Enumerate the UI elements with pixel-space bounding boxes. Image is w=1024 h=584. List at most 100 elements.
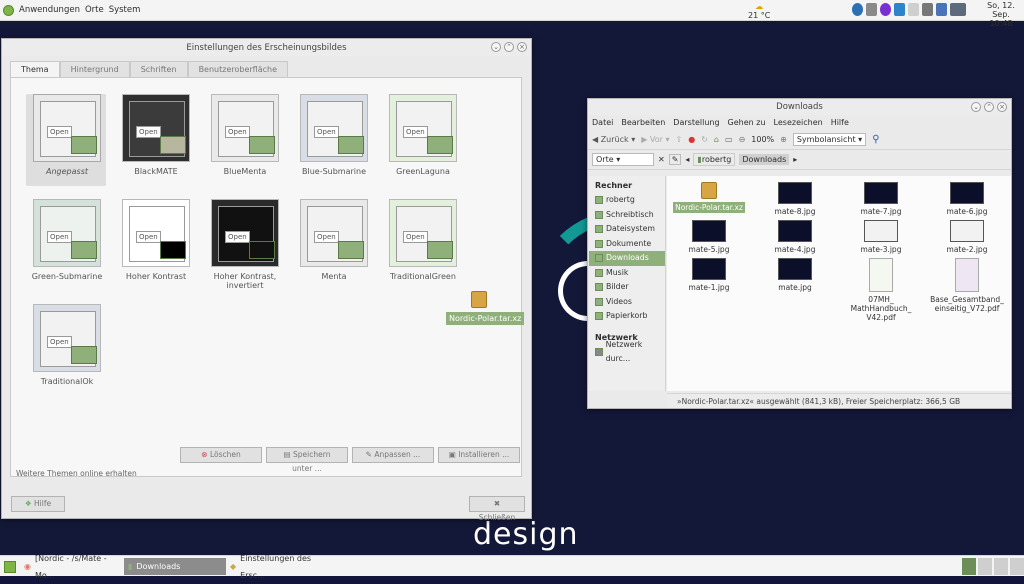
clear-icon[interactable]: ✕ — [658, 155, 665, 164]
help-button[interactable]: ❖ Hilfe — [11, 496, 65, 512]
file-item[interactable]: mate-3.jpg — [843, 220, 919, 254]
file-item[interactable]: mate-7.jpg — [843, 182, 919, 216]
tab-theme[interactable]: Thema — [10, 61, 60, 78]
sidebar-item[interactable]: Dokumente — [589, 237, 665, 252]
menu-applications[interactable]: Anwendungen — [19, 5, 80, 15]
lock-icon[interactable] — [894, 3, 905, 16]
theme-item[interactable]: Open Green-Submarine — [25, 199, 109, 281]
crumb-left-icon[interactable]: ◂ — [685, 155, 689, 164]
zoom-out-icon[interactable]: ⊖ — [739, 135, 746, 144]
menu-system[interactable]: System — [109, 5, 141, 15]
theme-item[interactable]: Open TraditionalOk — [25, 304, 109, 386]
chevron-up-icon[interactable]: ⌃ — [504, 42, 514, 52]
back-button[interactable]: ◀ Zurück ▾ — [592, 135, 635, 144]
sidebar-item[interactable]: Videos — [589, 295, 665, 310]
taskbar-item-terminal[interactable]: ◉ [Nordic - /s/Mate - Mo... — [20, 554, 123, 580]
clock[interactable]: So, 12. Sep. 10:48 — [980, 1, 1022, 28]
crumb-right-icon[interactable]: ▸ — [793, 155, 797, 164]
close-icon[interactable]: × — [517, 42, 527, 52]
taskbar-item-appearance[interactable]: ◆ Einstellungen des Ersc... — [226, 554, 336, 580]
files-close-icon[interactable]: × — [997, 102, 1007, 112]
sidebar-item[interactable]: Dateisystem — [589, 222, 665, 237]
theme-item[interactable]: Open TraditionalGreen — [381, 199, 465, 281]
volume-icon[interactable] — [922, 3, 933, 16]
theme-item[interactable]: Open Angepasst — [25, 94, 109, 176]
home-icon[interactable]: ⌂ — [714, 135, 719, 144]
file-item[interactable]: Base_Gesamtband_ einseitig_V72.pdf — [929, 258, 1005, 313]
files-titlebar[interactable]: Downloads ⌄ ⌃ × — [588, 99, 1011, 115]
sidebar-item[interactable]: Netzwerk durc... — [589, 340, 665, 363]
files-menu-item[interactable]: Darstellung — [673, 115, 719, 130]
theme-item[interactable]: Open Menta — [292, 199, 376, 281]
battery-icon[interactable] — [950, 3, 966, 16]
tab-background[interactable]: Hintergrund — [59, 61, 130, 78]
help-label: Hilfe — [34, 499, 52, 508]
workspace-4[interactable] — [1010, 558, 1024, 575]
file-item[interactable]: Nordic-Polar.tar.xz — [671, 182, 747, 213]
theme-item[interactable]: Open BlackMATE — [114, 94, 198, 176]
stop-icon[interactable]: ● — [688, 135, 695, 144]
tab-fonts[interactable]: Schriften — [129, 61, 188, 78]
crumb-robertg[interactable]: ▮robertg — [693, 153, 736, 166]
forward-button[interactable]: ▶ Vor ▾ — [641, 135, 669, 144]
files-menu-item[interactable]: Datei — [592, 115, 613, 130]
file-item[interactable]: mate-4.jpg — [757, 220, 833, 254]
mate-logo-icon[interactable] — [3, 4, 14, 16]
crumb-downloads[interactable]: Downloads — [739, 154, 790, 165]
blank-icon[interactable] — [908, 3, 919, 16]
files-menu-item[interactable]: Hilfe — [831, 115, 849, 130]
bluetooth-icon[interactable] — [852, 3, 863, 16]
workspace-1[interactable] — [962, 558, 976, 575]
workspace-3[interactable] — [994, 558, 1008, 575]
sidebar-item[interactable]: Downloads — [589, 251, 665, 266]
file-item[interactable]: mate-6.jpg — [929, 182, 1005, 216]
file-item[interactable]: 07MH_ MathHandbuch_ V42.pdf — [843, 258, 919, 322]
reload-icon[interactable]: ↻ — [701, 135, 708, 144]
sidebar-item[interactable]: Bilder — [589, 280, 665, 295]
theme-item[interactable]: Open Hoher Kontrast, invertiert — [203, 199, 287, 290]
image-thumbnail-icon — [864, 182, 898, 204]
files-menu-item[interactable]: Gehen zu — [728, 115, 766, 130]
minimize-icon[interactable]: ⌄ — [971, 102, 981, 112]
search-icon[interactable]: ⚲ — [872, 134, 879, 145]
sidebar-item[interactable]: Papierkorb — [589, 309, 665, 324]
file-item[interactable]: mate.jpg — [757, 258, 833, 292]
network-icon[interactable] — [866, 3, 877, 16]
file-item[interactable]: mate-1.jpg — [671, 258, 747, 292]
up-icon[interactable]: ⇧ — [676, 135, 683, 144]
workspace-2[interactable] — [978, 558, 992, 575]
show-desktop-button[interactable] — [0, 558, 18, 575]
theme-item[interactable]: Open Blue-Submarine — [292, 94, 376, 176]
sidebar-item[interactable]: Musik — [589, 266, 665, 281]
install-button[interactable]: ▣ Installieren ... — [438, 447, 520, 463]
file-item[interactable]: mate-8.jpg — [757, 182, 833, 216]
weather-applet[interactable]: ☁ 21 °C — [748, 2, 770, 20]
theme-item[interactable]: Open BlueMenta — [203, 94, 287, 176]
sidebar-item[interactable]: Schreibtisch — [589, 208, 665, 223]
files-menu-item[interactable]: Lesezeichen — [774, 115, 823, 130]
theme-item[interactable]: Open GreenLaguna — [381, 94, 465, 176]
maximize-icon[interactable]: ⌃ — [984, 102, 994, 112]
menu-places[interactable]: Orte — [85, 5, 104, 15]
sidebar-item[interactable]: robertg — [589, 193, 665, 208]
signal-icon[interactable] — [936, 3, 947, 16]
tab-interface[interactable]: Benutzeroberfläche — [187, 61, 288, 78]
places-select[interactable]: Orte ▾ — [592, 153, 654, 166]
theme-item[interactable]: Open Hoher Kontrast — [114, 199, 198, 281]
zoom-in-icon[interactable]: ⊕ — [780, 135, 787, 144]
edit-location-icon[interactable]: ✎ — [668, 154, 682, 165]
save-as-button[interactable]: ▤ Speichern unter ... — [266, 447, 348, 473]
file-item[interactable]: mate-5.jpg — [671, 220, 747, 254]
view-select[interactable]: Symbolansicht ▾ — [792, 133, 867, 146]
hp-icon[interactable] — [880, 3, 891, 16]
appearance-titlebar[interactable]: Einstellungen des Erscheinungsbildes ⌄ ⌃… — [2, 39, 531, 56]
taskbar-item-downloads[interactable]: ▮ Downloads — [124, 558, 226, 575]
computer-icon[interactable]: ▭ — [725, 135, 733, 144]
close-button[interactable]: ✖ Schließen — [469, 496, 525, 522]
chevron-down-icon[interactable]: ⌄ — [491, 42, 501, 52]
file-item[interactable]: mate-2.jpg — [929, 220, 1005, 254]
delete-button[interactable]: ⊗ Löschen — [180, 447, 262, 463]
customize-button[interactable]: ✎ Anpassen ... — [352, 447, 434, 463]
files-menu-item[interactable]: Bearbeiten — [621, 115, 665, 130]
more-themes-link[interactable]: Weitere Themen online erhalten — [16, 469, 137, 478]
